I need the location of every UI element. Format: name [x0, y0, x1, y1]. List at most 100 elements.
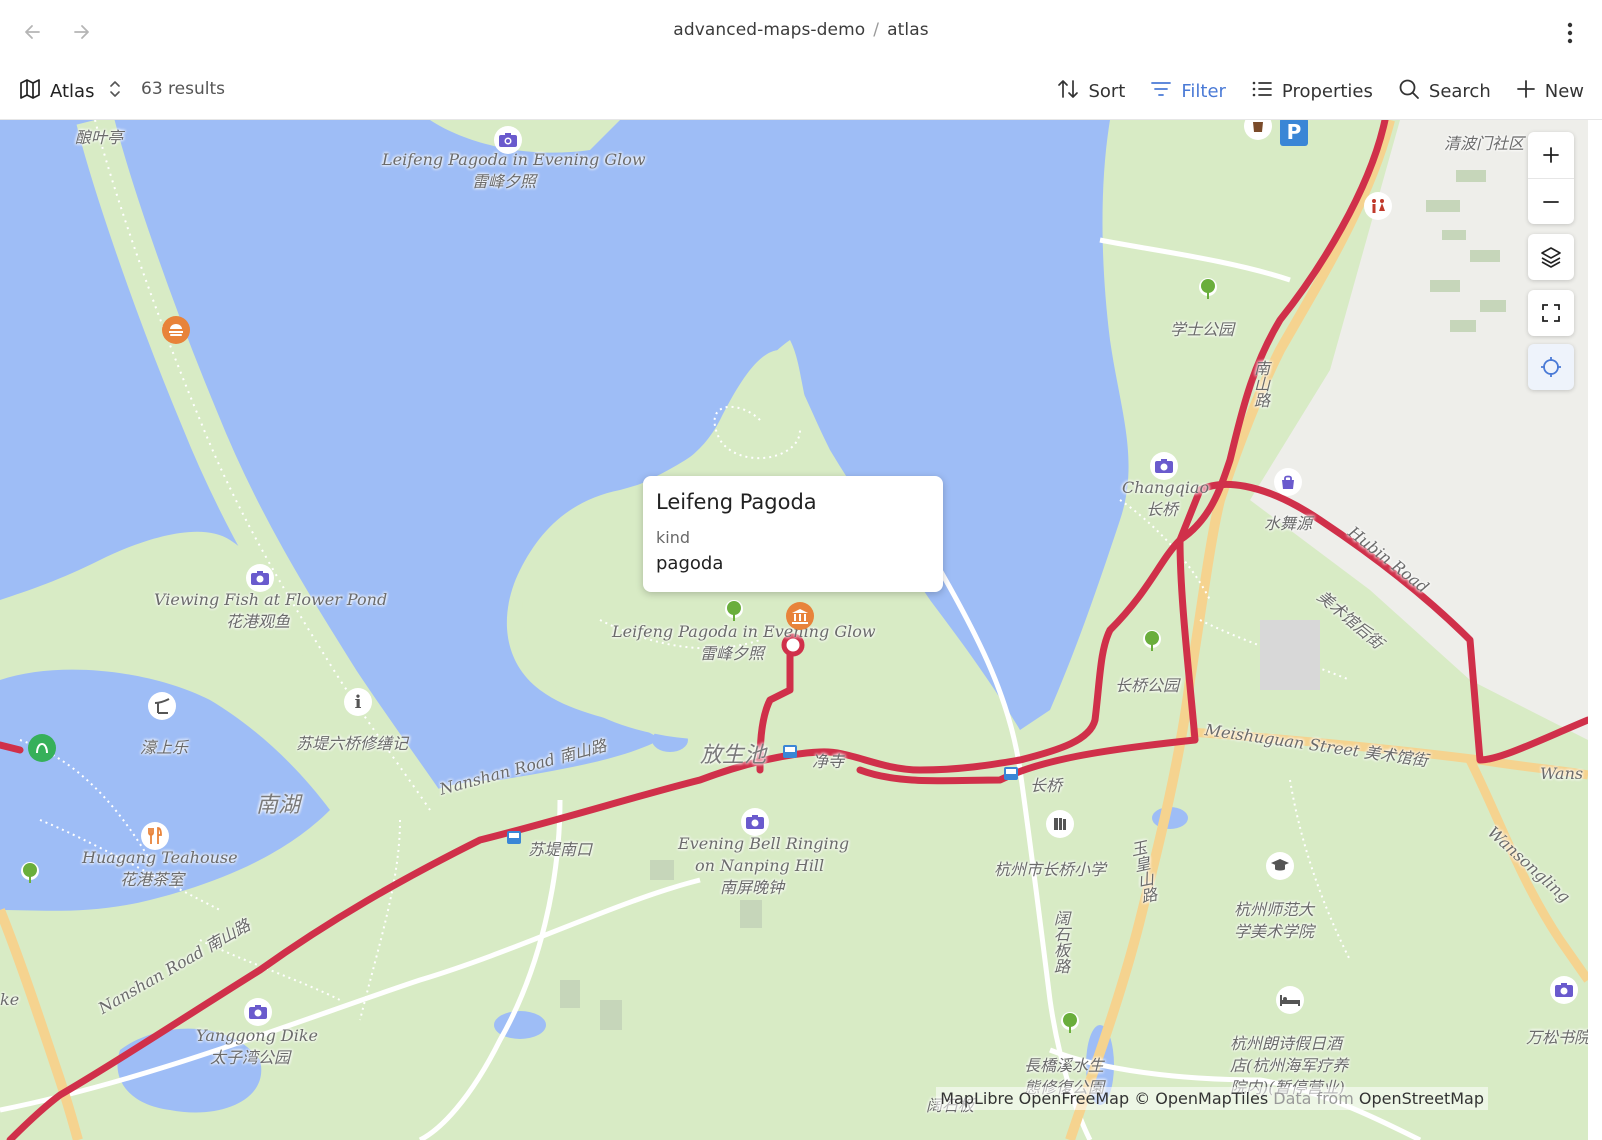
breadcrumb-separator: /: [873, 20, 880, 40]
toilets-icon[interactable]: [1364, 192, 1392, 220]
filter-icon: [1149, 77, 1173, 106]
park-gate-icon[interactable]: [28, 734, 56, 762]
tree-icon[interactable]: [1194, 276, 1222, 304]
filter-label: Filter: [1181, 80, 1226, 102]
layers-icon[interactable]: [1528, 234, 1574, 280]
toolbar: Atlas 63 results Sort Filter Properties: [0, 64, 1602, 120]
label-leifeng-glow-cn: 雷峰夕照: [700, 644, 765, 663]
new-label: New: [1544, 80, 1584, 102]
bus-stop-icon[interactable]: [997, 760, 1025, 788]
plus-icon: [1515, 78, 1537, 105]
label-changqiao-en: Changqiao: [1122, 478, 1210, 497]
view-switcher[interactable]: Atlas: [18, 76, 122, 106]
sort-button[interactable]: Sort: [1056, 77, 1125, 106]
info-icon[interactable]: i: [344, 688, 372, 716]
label-leifeng-glow-top-cn: 雷峰夕照: [472, 172, 537, 191]
data-from-text: Data from: [1273, 1089, 1354, 1108]
tree-icon[interactable]: [16, 860, 44, 888]
zoom-in-icon[interactable]: [1528, 132, 1574, 178]
map-view-icon: [18, 77, 42, 106]
label-huagang-cn: 花港茶室: [120, 870, 185, 889]
properties-button[interactable]: Properties: [1250, 77, 1373, 106]
label-jingsi: 净寺: [812, 752, 845, 771]
label-leifeng-glow-en: Leifeng Pagoda in Evening Glow: [612, 622, 876, 641]
restaurant-icon[interactable]: [141, 822, 169, 850]
label-normal-univ-2: 学美术学院: [1234, 922, 1315, 941]
shopping-bag-icon[interactable]: [1274, 468, 1302, 496]
more-options-icon[interactable]: [1560, 20, 1580, 46]
camera-icon[interactable]: [246, 564, 274, 592]
top-bar: advanced-maps-demo / atlas: [0, 0, 1602, 64]
label-sudi-nankou: 苏堤南口: [528, 840, 593, 859]
breadcrumb-page[interactable]: atlas: [887, 20, 929, 40]
openfreemap-link[interactable]: OpenFreeMap: [1019, 1089, 1129, 1108]
crosshair-icon[interactable]: [1528, 344, 1574, 390]
new-button[interactable]: New: [1515, 78, 1584, 105]
search-button[interactable]: Search: [1397, 77, 1491, 106]
popup-title: Leifeng Pagoda: [656, 490, 817, 514]
label-kuoshiban: 阔石板路: [1051, 910, 1070, 974]
museum-icon[interactable]: [786, 602, 814, 630]
label-huagang-en: Huagang Teahouse: [82, 848, 238, 867]
camera-icon[interactable]: [244, 998, 272, 1026]
label-evening-bell-cn: 南屏晚钟: [720, 878, 785, 897]
label-changqiao-xi-1: 長橋溪水生: [1024, 1056, 1105, 1075]
camera-icon[interactable]: [494, 126, 522, 154]
map-attribution: MapLibre OpenFreeMap © OpenMapTiles Data…: [936, 1087, 1488, 1110]
label-wans: Wans: [1540, 764, 1584, 783]
burger-icon[interactable]: [162, 316, 190, 344]
openmaptiles-link[interactable]: © OpenMapTiles: [1134, 1089, 1268, 1108]
fullscreen-icon[interactable]: [1528, 290, 1574, 336]
openstreetmap-link[interactable]: OpenStreetMap: [1359, 1089, 1484, 1108]
map-canvas[interactable]: 酿叶亭 Leifeng Pagoda in Evening Glow 雷峰夕照 …: [0, 120, 1588, 1140]
label-shuiwuyuan: 水舞源: [1264, 514, 1313, 533]
maplibre-link[interactable]: MapLibre: [940, 1089, 1013, 1108]
layers-control: [1528, 234, 1574, 280]
fullscreen-control: [1528, 290, 1574, 336]
view-name: Atlas: [50, 80, 95, 102]
label-yanggong-en: Yanggong Dike: [196, 1026, 319, 1045]
tree-icon[interactable]: [1138, 628, 1166, 656]
label-haoshangle: 濠上乐: [140, 738, 189, 757]
library-icon[interactable]: [1046, 810, 1074, 838]
graduation-cap-icon[interactable]: [1266, 852, 1294, 880]
breadcrumb: advanced-maps-demo / atlas: [0, 20, 1602, 40]
chevron-up-down-icon: [108, 79, 122, 104]
camera-icon[interactable]: [1550, 976, 1578, 1004]
label-hangzhou-school: 杭州市长桥小学: [994, 860, 1107, 879]
label-hotel-1: 杭州朗诗假日酒: [1230, 1034, 1343, 1053]
tree-icon[interactable]: [720, 598, 748, 626]
camera-icon[interactable]: [1150, 452, 1178, 480]
breadcrumb-repo[interactable]: advanced-maps-demo: [673, 20, 865, 40]
list-icon: [1250, 77, 1274, 106]
label-niangyeting: 酿叶亭: [75, 128, 124, 147]
label-ke: ke: [0, 990, 20, 1009]
popup-property-key: kind: [656, 528, 691, 547]
bus-stop-icon[interactable]: [776, 738, 804, 766]
label-nanhu: 南湖: [256, 793, 301, 818]
feature-popup[interactable]: Leifeng Pagoda kind pagoda: [643, 476, 943, 592]
search-icon: [1397, 77, 1421, 106]
label-changqiao-park: 长桥公园: [1115, 676, 1180, 695]
label-evening-bell-2: on Nanping Hill: [695, 856, 825, 875]
filter-button[interactable]: Filter: [1149, 77, 1226, 106]
label-viewing-fish-cn: 花港观鱼: [226, 612, 291, 631]
popup-property-value: pagoda: [656, 553, 724, 574]
zoom-controls: [1528, 132, 1574, 224]
parking-icon[interactable]: P: [1280, 120, 1308, 146]
sort-icon: [1056, 77, 1080, 106]
toolbar-actions: Sort Filter Properties Search New: [1056, 74, 1584, 108]
zoom-out-icon[interactable]: [1528, 178, 1574, 224]
label-yanggong-cn: 太子湾公园: [210, 1048, 291, 1067]
tree-icon[interactable]: [1056, 1010, 1084, 1038]
label-hotel-2: 店(杭州海军疗养: [1230, 1056, 1349, 1075]
hotel-bed-icon[interactable]: [1276, 986, 1304, 1014]
label-leifeng-glow-top-en: Leifeng Pagoda in Evening Glow: [382, 150, 646, 169]
label-sudi-liuqiao: 苏堤六桥修缮记: [296, 734, 409, 753]
bus-stop-icon[interactable]: [500, 824, 528, 852]
label-fangsheng: 放生池: [700, 743, 767, 768]
camera-icon[interactable]: [741, 808, 769, 836]
label-wansong-academy: 万松书院: [1526, 1028, 1588, 1047]
pavilion-icon[interactable]: [148, 692, 176, 720]
label-evening-bell-1: Evening Bell Ringing: [678, 834, 850, 853]
